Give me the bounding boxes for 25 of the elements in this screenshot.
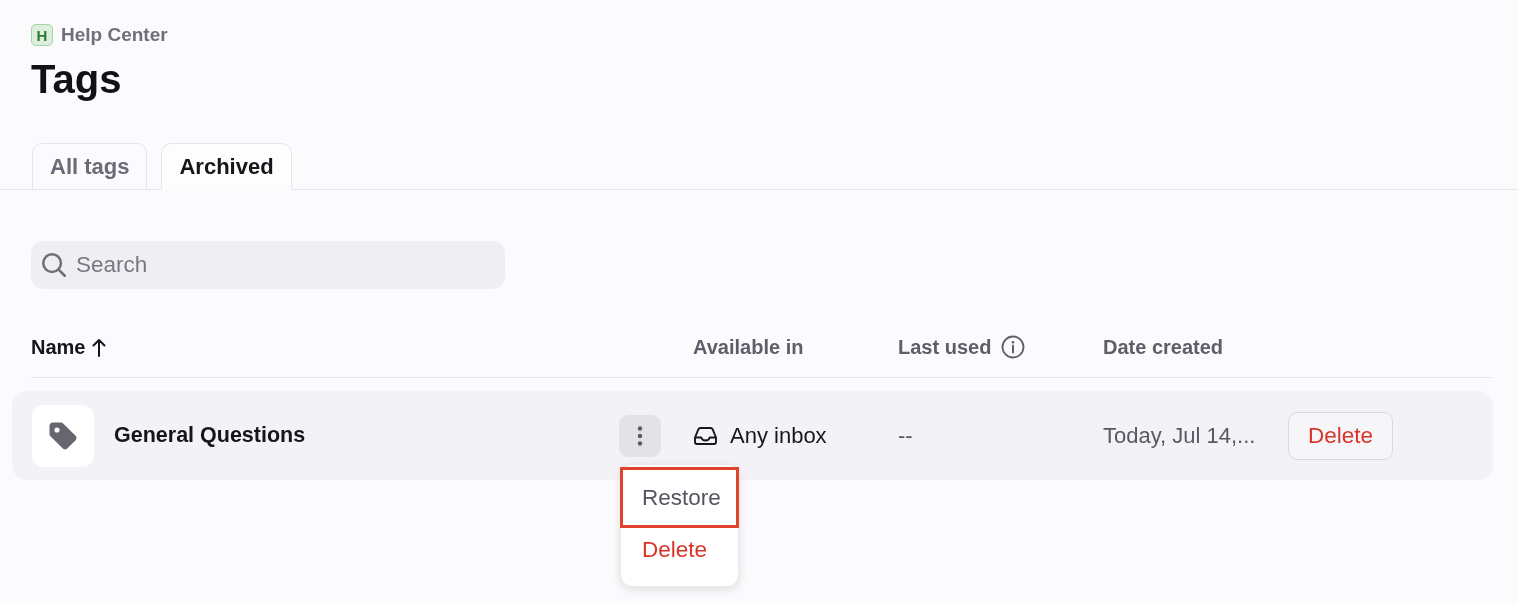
info-icon[interactable] [1001, 335, 1026, 359]
table-row[interactable]: General Questions Any inbox -- Today, Jul 14,... Delete [12, 391, 1493, 480]
tab[interactable]: Archived [161, 143, 292, 190]
table-cell: Any inbox [730, 422, 827, 449]
search-icon [42, 253, 66, 277]
inbox-icon [693, 425, 718, 446]
column-header[interactable]: Date created [1103, 335, 1224, 359]
search-field[interactable]: Search [31, 241, 505, 289]
column-header[interactable]: Last used [898, 335, 992, 359]
tab[interactable]: All tags [32, 143, 148, 190]
column-header[interactable]: Available in [693, 335, 804, 359]
tag-name: General Questions [114, 423, 306, 448]
column-header[interactable]: Name [31, 335, 86, 359]
table-cell: -- [898, 422, 913, 448]
workspace-badge: H [31, 24, 53, 46]
tag-icon [32, 404, 94, 467]
page-title: Tags [31, 56, 122, 102]
more-icon [637, 424, 643, 447]
menu-item[interactable]: Delete [620, 528, 739, 572]
table-cell: Today, Jul 14,... [1103, 422, 1256, 448]
more-button[interactable] [619, 414, 661, 457]
delete-button[interactable]: Delete [1288, 411, 1394, 460]
menu-item[interactable]: Restore [620, 467, 739, 528]
arrow-up-icon[interactable] [92, 337, 107, 357]
breadcrumb-link[interactable]: Help Center [61, 24, 168, 46]
